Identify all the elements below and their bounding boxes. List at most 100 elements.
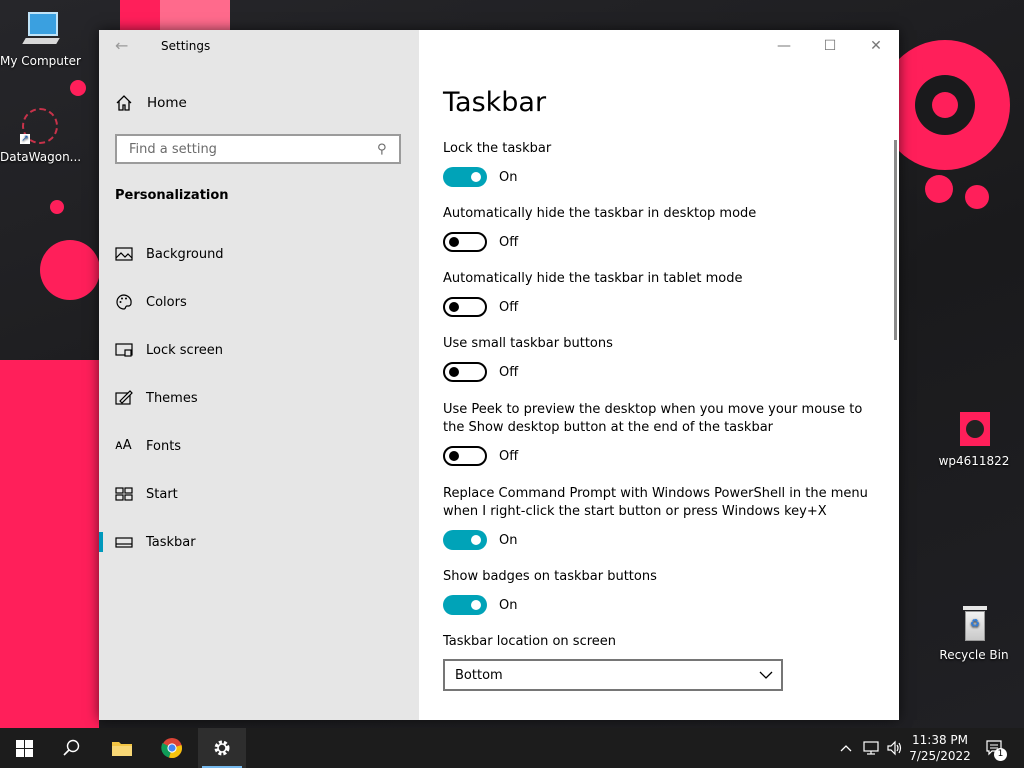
gear-icon <box>214 740 230 756</box>
section-heading: Personalization <box>115 188 229 203</box>
badges-toggle[interactable] <box>443 595 487 615</box>
search-input[interactable] <box>127 140 377 158</box>
sidebar-item-label: Themes <box>146 390 198 406</box>
notification-badge: 1 <box>994 748 1007 761</box>
page-title: Taskbar <box>443 87 547 118</box>
desktop-icon-label: wp4611822 <box>938 454 1010 468</box>
setting-label: Replace Command Prompt with Windows Powe… <box>443 486 868 519</box>
toggle-state: Off <box>499 234 519 250</box>
taskbar-location-dropdown[interactable]: Bottom <box>443 659 783 691</box>
back-arrow-icon[interactable]: ← <box>115 36 133 55</box>
desktop-icon-label: Recycle Bin <box>939 648 1009 662</box>
chrome-button[interactable] <box>148 728 196 768</box>
small-buttons-toggle[interactable] <box>443 362 487 382</box>
toggle-state: Off <box>499 448 519 464</box>
dropdown-value: Bottom <box>455 667 503 683</box>
desktop-icon-label: DataWagon... <box>0 150 82 164</box>
taskbar-icon <box>115 537 133 548</box>
home-label: Home <box>147 95 187 111</box>
settings-window: ← Settings Home ⚲ Personalization Backgr… <box>99 30 899 720</box>
taskbar: 11:38 PM 7/25/2022 1 <box>0 728 1024 768</box>
search-icon <box>63 739 80 756</box>
network-icon <box>863 741 879 755</box>
sidebar-item-start[interactable]: Start <box>99 470 419 518</box>
palette-icon <box>116 294 132 310</box>
datawagon-shortcut-icon: ↗ <box>20 106 60 146</box>
start-button[interactable] <box>0 728 48 768</box>
setting-location-label: Taskbar location on screen <box>443 633 883 651</box>
action-center-button[interactable]: 1 <box>980 728 1010 768</box>
setting-label: Show badges on taskbar buttons <box>443 569 657 584</box>
show-hidden-icons-button[interactable] <box>836 728 856 768</box>
sidebar-item-label: Lock screen <box>146 342 223 358</box>
sidebar-item-lock-screen[interactable]: Lock screen <box>99 326 419 374</box>
home-nav-item[interactable]: Home <box>115 92 187 114</box>
toggle-state: On <box>499 169 518 185</box>
start-icon <box>115 487 133 501</box>
sidebar-item-fonts[interactable]: ᴀA Fonts <box>99 422 419 470</box>
chevron-up-icon <box>840 745 852 752</box>
setting-powershell: Replace Command Prompt with Windows Powe… <box>443 485 873 550</box>
peek-toggle[interactable] <box>443 446 487 466</box>
window-title: Settings <box>161 39 211 53</box>
chevron-down-icon <box>759 671 773 679</box>
setting-label: Taskbar location on screen <box>443 634 617 649</box>
setting-lock-taskbar: Lock the taskbar On <box>443 140 883 187</box>
toggle-state: On <box>499 597 518 613</box>
lock-screen-icon <box>115 343 133 357</box>
image-file-icon <box>954 410 994 450</box>
computer-icon <box>20 10 60 50</box>
desktop-icon-wp4611822[interactable]: wp4611822 <box>934 410 1014 468</box>
powershell-toggle[interactable] <box>443 530 487 550</box>
home-icon <box>116 95 132 111</box>
desktop-icon-recycle-bin[interactable]: ♻ Recycle Bin <box>934 604 1014 662</box>
clock-date: 7/25/2022 <box>909 749 971 763</box>
file-explorer-button[interactable] <box>98 728 146 768</box>
setting-label: Use Peek to preview the desktop when you… <box>443 402 863 435</box>
autohide-desktop-toggle[interactable] <box>443 232 487 252</box>
close-button[interactable]: ✕ <box>861 36 891 56</box>
setting-label: Lock the taskbar <box>443 141 552 156</box>
sidebar-item-colors[interactable]: Colors <box>99 278 419 326</box>
lock-taskbar-toggle[interactable] <box>443 167 487 187</box>
setting-badges: Show badges on taskbar buttons On <box>443 568 883 615</box>
network-button[interactable] <box>860 728 882 768</box>
settings-content: — ☐ ✕ Taskbar Lock the taskbar On Automa… <box>419 30 899 720</box>
settings-taskbar-button[interactable] <box>198 728 246 768</box>
search-icon[interactable]: ⚲ <box>377 142 399 157</box>
toggle-state: Off <box>499 364 519 380</box>
sidebar-item-label: Colors <box>146 294 187 310</box>
search-button[interactable] <box>48 728 96 768</box>
sidebar-item-label: Taskbar <box>146 534 196 550</box>
minimize-button[interactable]: — <box>769 36 799 56</box>
recycle-bin-icon: ♻ <box>954 604 994 644</box>
setting-peek: Use Peek to preview the desktop when you… <box>443 401 873 466</box>
setting-small-buttons: Use small taskbar buttons Off <box>443 335 883 382</box>
themes-icon <box>115 390 133 405</box>
sidebar-item-themes[interactable]: Themes <box>99 374 419 422</box>
setting-label: Use small taskbar buttons <box>443 336 613 351</box>
personalization-nav: Background Colors Lock screen Themes ᴀA … <box>99 230 419 566</box>
scrollbar[interactable] <box>894 140 897 340</box>
setting-autohide-tablet: Automatically hide the taskbar in tablet… <box>443 270 883 317</box>
maximize-button[interactable]: ☐ <box>815 36 845 56</box>
folder-icon <box>112 742 132 756</box>
desktop-icon-datawagon[interactable]: ↗ DataWagon... <box>0 106 82 164</box>
toggle-state: Off <box>499 299 519 315</box>
clock[interactable]: 11:38 PM 7/25/2022 <box>902 732 978 764</box>
settings-sidebar: ← Settings Home ⚲ Personalization Backgr… <box>99 30 419 720</box>
sidebar-item-taskbar[interactable]: Taskbar <box>99 518 419 566</box>
sidebar-item-label: Start <box>146 486 178 502</box>
setting-label: Automatically hide the taskbar in tablet… <box>443 271 743 286</box>
sidebar-item-background[interactable]: Background <box>99 230 419 278</box>
desktop-icon-label: My Computer <box>0 54 81 68</box>
background-icon <box>115 247 133 261</box>
search-box[interactable]: ⚲ <box>115 134 401 164</box>
autohide-tablet-toggle[interactable] <box>443 297 487 317</box>
fonts-icon: ᴀA <box>115 438 132 453</box>
desktop-icon-my-computer[interactable]: My Computer <box>0 10 81 68</box>
setting-autohide-desktop: Automatically hide the taskbar in deskto… <box>443 205 883 252</box>
sidebar-item-label: Fonts <box>146 438 182 454</box>
toggle-state: On <box>499 532 518 548</box>
chrome-icon <box>161 738 182 758</box>
